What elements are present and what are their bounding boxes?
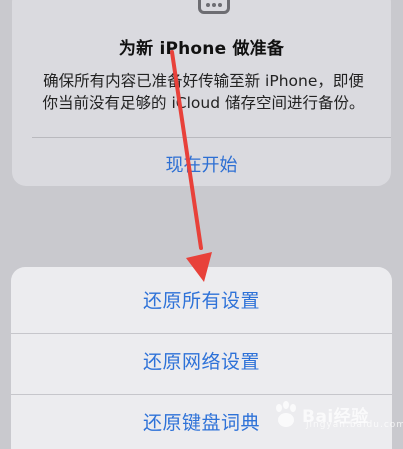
reset-network-settings-button[interactable]: 还原网络设置	[11, 331, 392, 393]
card-title: 为新 iPhone 做准备	[118, 39, 285, 59]
reset-keyboard-dictionary-button[interactable]: 还原键盘词典	[11, 392, 392, 449]
reset-action-sheet: 还原所有设置 还原网络设置 还原键盘词典	[11, 267, 392, 449]
reset-all-settings-button[interactable]: 还原所有设置	[11, 270, 392, 332]
start-now-button[interactable]: 现在开始	[12, 151, 391, 177]
card-description: 确保所有内容已准备好传输至新 iPhone，即便你当前没有足够的 iCloud …	[42, 72, 365, 112]
divider	[32, 137, 391, 138]
screen: 为新 iPhone 做准备 确保所有内容已准备好传输至新 iPhone，即便你当…	[0, 0, 403, 449]
device-icon	[198, 0, 230, 14]
